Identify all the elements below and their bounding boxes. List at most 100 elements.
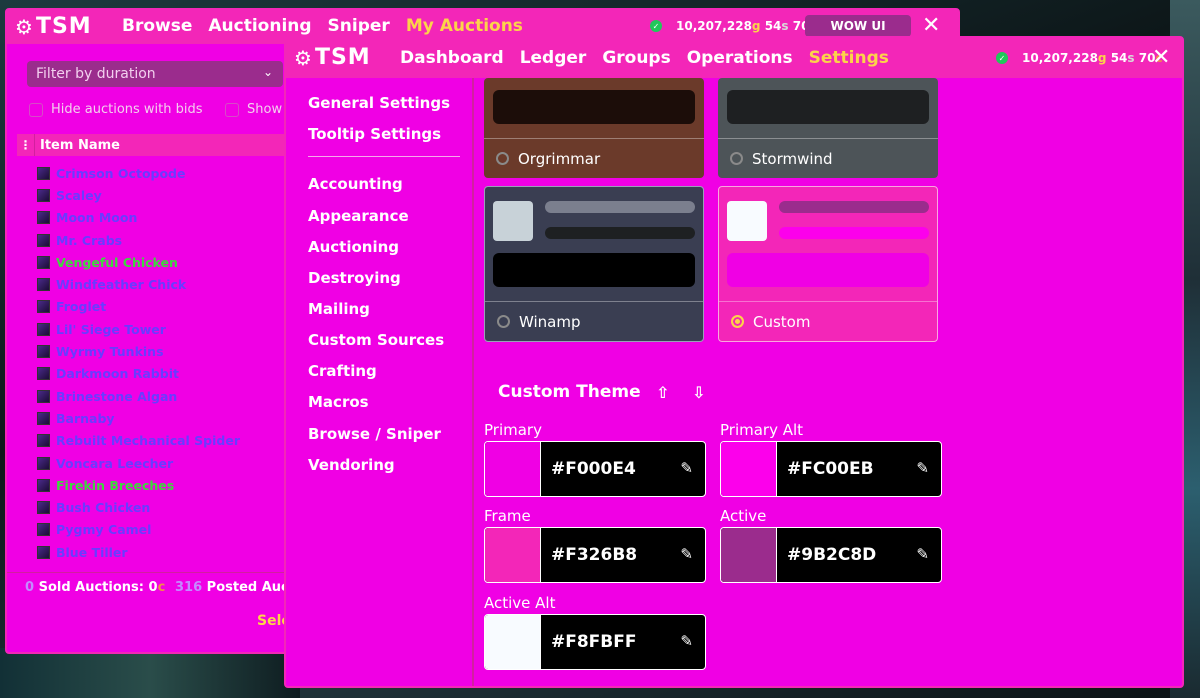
gear-icon: ⚙ — [294, 45, 313, 70]
item-icon — [37, 478, 50, 492]
tab-auctioning[interactable]: Auctioning — [208, 16, 311, 36]
tab-groups[interactable]: Groups — [602, 48, 670, 68]
tab-sniper[interactable]: Sniper — [328, 16, 390, 36]
radio-orgrimmar[interactable] — [496, 152, 509, 165]
sidebar-item-browse-sniper[interactable]: Browse / Sniper — [308, 425, 441, 443]
import-icon[interactable]: ⇩ — [692, 383, 705, 402]
color-field-primary-alt[interactable]: #FC00EB ✎ — [720, 441, 942, 497]
theme-card-orgrimmar[interactable]: Orgrimmar — [484, 78, 704, 178]
close-icon[interactable]: ✕ — [922, 13, 940, 38]
list-item[interactable]: Barnaby — [37, 407, 287, 429]
list-item[interactable]: Blue Tiller — [37, 541, 287, 563]
pencil-icon[interactable]: ✎ — [916, 545, 929, 563]
tab-settings[interactable]: Settings — [809, 48, 889, 68]
list-item[interactable]: Darkmoon Rabbit — [37, 363, 287, 385]
color-field-primary[interactable]: #F000E4 ✎ — [484, 441, 706, 497]
sidebar-item-accounting[interactable]: Accounting — [308, 175, 403, 193]
list-item[interactable]: Vengeful Chicken — [37, 251, 287, 273]
item-icon — [37, 523, 50, 537]
list-item[interactable]: Voncara Leecher — [37, 452, 287, 474]
item-icon — [37, 501, 50, 515]
list-item[interactable]: Windfeather Chick — [37, 273, 287, 295]
color-swatch[interactable] — [485, 442, 541, 496]
pencil-icon[interactable]: ✎ — [680, 545, 693, 563]
item-icon — [37, 434, 50, 448]
footer-divider — [7, 572, 287, 573]
tab-ledger[interactable]: Ledger — [520, 48, 587, 68]
settings-sidebar: General Settings Tooltip Settings Accoun… — [286, 78, 474, 686]
color-swatch[interactable] — [721, 528, 777, 582]
tsm-logo: ⚙ TSM — [15, 14, 92, 39]
radio-winamp[interactable] — [497, 315, 510, 328]
theme-preview-bar — [779, 227, 929, 239]
list-item[interactable]: Wyrmy Tunkins — [37, 340, 287, 362]
theme-preview-bar — [727, 253, 929, 287]
list-item[interactable]: Firekin Breeches — [37, 474, 287, 496]
tab-my-auctions[interactable]: My Auctions — [406, 16, 523, 36]
list-item[interactable]: Crimson Octopode — [37, 162, 287, 184]
front-titlebar[interactable]: ⚙ TSM Dashboard Ledger Groups Operations… — [286, 38, 1182, 78]
hide-bids-checkbox[interactable]: Hide auctions with bids — [29, 102, 203, 117]
color-swatch[interactable] — [721, 442, 777, 496]
theme-card-custom[interactable]: Custom — [718, 186, 938, 342]
gold-display: ✓ 10,207,228g 54s 70c — [996, 51, 1163, 65]
auction-item-list: Crimson Octopode Scaley Moon Moon Mr. Cr… — [37, 162, 287, 563]
sidebar-item-mailing[interactable]: Mailing — [308, 300, 370, 318]
color-field-active[interactable]: #9B2C8D ✎ — [720, 527, 942, 583]
sidebar-item-destroying[interactable]: Destroying — [308, 269, 401, 287]
column-item-name[interactable]: Item Name — [35, 138, 120, 153]
list-item[interactable]: Lil' Siege Tower — [37, 318, 287, 340]
color-field-frame[interactable]: #F326B8 ✎ — [484, 527, 706, 583]
list-item[interactable]: Brinestone Algan — [37, 385, 287, 407]
close-icon[interactable]: ✕ — [1152, 45, 1170, 70]
sidebar-item-tooltip-settings[interactable]: Tooltip Settings — [308, 125, 441, 143]
sold-auctions-summary: 0 Sold Auctions: 0c — [25, 580, 166, 595]
sidebar-item-vendoring[interactable]: Vendoring — [308, 456, 395, 474]
sidebar-item-crafting[interactable]: Crafting — [308, 362, 377, 380]
tab-browse[interactable]: Browse — [122, 16, 192, 36]
item-icon — [37, 411, 50, 425]
sidebar-item-appearance[interactable]: Appearance — [308, 207, 409, 225]
label-frame: Frame — [484, 507, 531, 525]
list-item[interactable]: Moon Moon — [37, 207, 287, 229]
color-swatch[interactable] — [485, 528, 541, 582]
list-item[interactable]: Rebuilt Mechanical Spider — [37, 430, 287, 452]
item-icon — [37, 211, 50, 225]
tab-operations[interactable]: Operations — [687, 48, 793, 68]
duration-filter-dropdown[interactable]: Filter by duration ⌄ — [27, 61, 283, 87]
sidebar-item-custom-sources[interactable]: Custom Sources — [308, 331, 444, 349]
list-item[interactable]: Scaley — [37, 184, 287, 206]
sidebar-item-macros[interactable]: Macros — [308, 393, 369, 411]
wow-ui-button[interactable]: WOW UI — [805, 15, 911, 37]
export-icon[interactable]: ⇧ — [656, 383, 669, 402]
sidebar-divider — [308, 156, 460, 157]
pencil-icon[interactable]: ✎ — [680, 632, 693, 650]
status-ok-icon: ✓ — [996, 52, 1008, 64]
pencil-icon[interactable]: ✎ — [680, 459, 693, 477]
radio-stormwind[interactable] — [730, 152, 743, 165]
list-item[interactable]: Bush Chicken — [37, 496, 287, 518]
list-item[interactable]: Froglet — [37, 296, 287, 318]
theme-card-winamp[interactable]: Winamp — [484, 186, 704, 342]
sidebar-item-auctioning[interactable]: Auctioning — [308, 238, 399, 256]
sidebar-item-general-settings[interactable]: General Settings — [308, 94, 450, 112]
item-icon — [37, 300, 50, 314]
pencil-icon[interactable]: ✎ — [916, 459, 929, 477]
item-icon — [37, 166, 50, 180]
color-field-active-alt[interactable]: #F8FBFF ✎ — [484, 614, 706, 670]
radio-custom[interactable] — [731, 315, 744, 328]
tab-dashboard[interactable]: Dashboard — [400, 48, 504, 68]
theme-preview-bar — [545, 227, 695, 239]
theme-card-stormwind[interactable]: Stormwind — [718, 78, 938, 178]
theme-preview-bar — [727, 90, 929, 124]
column-options-icon[interactable]: ⋮ — [17, 134, 35, 156]
list-item[interactable]: Pygmy Camel — [37, 519, 287, 541]
posted-auctions-summary: 316 Posted Aucti — [175, 580, 300, 595]
theme-preview-bar — [545, 201, 695, 213]
item-icon — [37, 545, 50, 559]
color-swatch[interactable] — [485, 615, 541, 669]
list-item[interactable]: Mr. Crabs — [37, 229, 287, 251]
back-nav: Browse Auctioning Sniper My Auctions — [122, 16, 539, 36]
show-checkbox[interactable]: Show — [225, 102, 282, 117]
front-nav: Dashboard Ledger Groups Operations Setti… — [400, 48, 905, 68]
